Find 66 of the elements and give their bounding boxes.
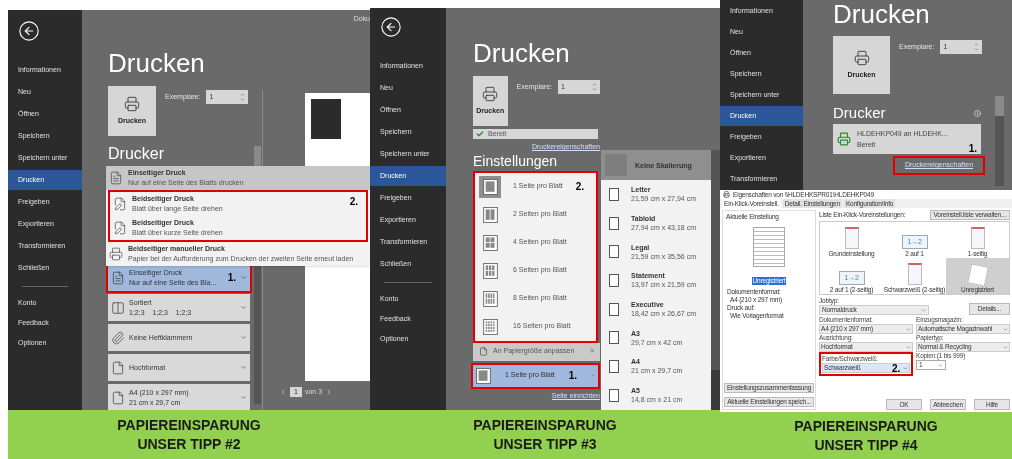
page-title: Drucken — [473, 38, 571, 68]
step-number: 2. — [575, 180, 584, 192]
printer-icon — [837, 132, 851, 146]
step-number: 1. — [227, 272, 236, 283]
setting-icon — [111, 360, 125, 375]
page-icon — [970, 227, 985, 249]
printer-icon — [482, 85, 499, 102]
previous-page-icon[interactable] — [279, 387, 287, 396]
paper-icon — [609, 331, 619, 345]
caption-text: UNSER TIPP #3 — [493, 434, 597, 454]
page-icon — [907, 263, 922, 285]
back-button[interactable] — [380, 16, 402, 38]
paper-stack-icon — [966, 263, 989, 287]
caret-icon — [906, 326, 911, 332]
caption-text: PAPIEREINSPARUNG — [794, 416, 938, 436]
setting-icon — [111, 270, 125, 285]
pages-grid-icon — [476, 367, 491, 384]
paper-icon — [609, 273, 619, 287]
paper-icon — [609, 245, 619, 259]
printer-icon — [124, 95, 140, 112]
paper-icon — [609, 187, 619, 201]
page-icon — [479, 347, 488, 356]
caption-text: UNSER TIPP #2 — [137, 434, 241, 454]
caption-text: PAPIEREINSPARUNG — [473, 415, 617, 435]
pages-grid-icon — [482, 234, 498, 251]
paper-icon — [609, 359, 619, 373]
pages-grid-icon — [482, 178, 498, 195]
pages-grid-icon — [482, 290, 498, 307]
step-number: 1. — [568, 370, 578, 381]
pages-grid-icon — [482, 262, 498, 279]
page-title: Drucken — [833, 0, 931, 28]
caret-icon — [1003, 326, 1008, 332]
caret-icon — [240, 364, 247, 371]
caret-icon — [1003, 344, 1008, 350]
caret-icon — [240, 274, 247, 281]
caret-icon — [240, 394, 247, 401]
preview-thumbnail — [311, 98, 341, 139]
page-preview — [753, 227, 785, 267]
paper-icon — [609, 302, 619, 316]
step-number: 1. — [968, 143, 977, 154]
setting-icon — [111, 300, 125, 315]
step-number: 2. — [349, 196, 358, 207]
pages-grid-icon — [482, 206, 498, 223]
paper-icon — [609, 388, 619, 402]
caption-text: PAPIEREINSPARUNG — [117, 415, 261, 435]
page-title: Drucken — [108, 48, 206, 78]
page-icon — [844, 227, 859, 249]
caret-icon — [240, 334, 247, 341]
printer-icon — [853, 49, 870, 66]
caret-icon — [921, 307, 926, 313]
step-number: 2. — [892, 362, 900, 374]
caret-icon — [903, 365, 908, 371]
check-icon — [476, 130, 484, 138]
section-heading: Drucker — [108, 144, 165, 164]
back-button[interactable] — [18, 20, 40, 42]
caret-icon — [906, 344, 911, 350]
setting-icon — [111, 330, 125, 345]
setting-icon — [111, 390, 125, 405]
paper-icon — [609, 216, 619, 230]
section-heading: Drucker — [833, 104, 886, 122]
spin-icon — [938, 362, 943, 368]
caption-text: UNSER TIPP #4 — [814, 435, 918, 455]
caret-icon — [240, 304, 247, 311]
pages-grid-icon — [482, 318, 498, 335]
info-icon — [974, 109, 981, 117]
section-heading: Einstellungen — [473, 152, 559, 169]
